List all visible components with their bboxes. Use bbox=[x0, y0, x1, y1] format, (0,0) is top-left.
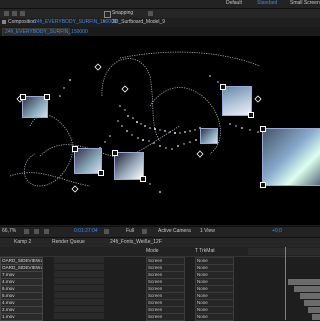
footage-layer-thumb-5[interactable] bbox=[200, 128, 218, 144]
layer-bar[interactable] bbox=[308, 307, 320, 313]
selection-tool-icon[interactable] bbox=[4, 11, 9, 16]
workspace-small-screen[interactable]: Small Screen bbox=[290, 1, 320, 6]
viewer-controls: 66,7% 0:01:27:04 Full Active Camera 1 Vi… bbox=[0, 226, 320, 238]
layer-bar[interactable] bbox=[304, 300, 320, 306]
snapping-checkbox[interactable] bbox=[104, 11, 111, 18]
viewer-tab-label: 24fi_EVERYBODY_SURFIN_150000 bbox=[5, 29, 88, 35]
workspace-standard[interactable]: Standard bbox=[257, 1, 277, 6]
selection-handle[interactable] bbox=[260, 182, 266, 188]
viewer-breadcrumb: 24fi_EVERYBODY_SURFIN_150000 bbox=[0, 27, 320, 37]
resolution-dropdown[interactable]: Full bbox=[126, 229, 134, 234]
selection-handle[interactable] bbox=[220, 84, 226, 90]
timeline-panel: Mode T TrkMat OARD_SIDEVIEW.mov Screen N… bbox=[0, 247, 320, 321]
composition-tab-2[interactable]: 3D_Surfboard_Model_9 bbox=[112, 20, 165, 25]
selection-handle[interactable] bbox=[44, 94, 50, 100]
time-ruler[interactable] bbox=[248, 248, 320, 255]
snapping-label: Snapping bbox=[112, 10, 134, 16]
selection-handle[interactable] bbox=[72, 146, 78, 152]
views-dropdown[interactable]: 1 View bbox=[200, 229, 215, 234]
selection-handle[interactable] bbox=[20, 94, 26, 100]
selection-handle[interactable] bbox=[248, 112, 254, 118]
trkmat-column-header: T TrkMat bbox=[195, 248, 215, 254]
fit-icon[interactable] bbox=[24, 229, 29, 234]
tab-composition[interactable]: 24fi_Fonts_Weiße_12F bbox=[110, 240, 162, 245]
mask-icon[interactable] bbox=[44, 229, 49, 234]
zoom-dropdown[interactable]: 66,7% bbox=[2, 229, 16, 234]
region-icon[interactable] bbox=[142, 229, 147, 234]
zoom-tool-icon[interactable] bbox=[20, 11, 25, 16]
camera-dropdown[interactable]: Active Camera bbox=[158, 229, 191, 234]
workspace-default[interactable]: Default bbox=[226, 1, 242, 6]
footage-layer-thumb-6[interactable] bbox=[262, 128, 320, 186]
hand-tool-icon[interactable] bbox=[12, 11, 17, 16]
selection-handle[interactable] bbox=[112, 150, 118, 156]
layer-bar[interactable] bbox=[294, 286, 320, 292]
close-tab-icon[interactable]: ✕ bbox=[102, 20, 106, 25]
layer-switches[interactable] bbox=[54, 257, 104, 320]
composition-viewer[interactable] bbox=[0, 36, 320, 225]
snap-options-icon[interactable] bbox=[148, 11, 153, 16]
timecode-display[interactable]: 0:01:27:04 bbox=[74, 229, 98, 234]
layer-bar[interactable] bbox=[300, 293, 320, 299]
exposure-value[interactable]: +0,0 bbox=[272, 229, 282, 234]
selection-handle[interactable] bbox=[98, 170, 104, 176]
mode-column-header: Mode bbox=[146, 248, 159, 254]
panel-menu-icon[interactable] bbox=[2, 20, 6, 24]
timeline-header: Mode T TrkMat bbox=[0, 247, 320, 320]
tab-kamp-2[interactable]: Kamp 2 bbox=[14, 240, 31, 245]
layer-time-bars[interactable] bbox=[248, 257, 320, 320]
grid-icon[interactable] bbox=[34, 229, 39, 234]
tab-render-queue[interactable]: Render Queue bbox=[52, 240, 85, 245]
layer-bar[interactable] bbox=[288, 279, 320, 285]
layer-bar[interactable] bbox=[312, 314, 320, 320]
composition-prefix: Composition bbox=[8, 19, 36, 25]
snapshot-icon[interactable] bbox=[104, 229, 109, 234]
selection-handle[interactable] bbox=[140, 176, 146, 182]
workspace-bar: Default Standard Small Screen bbox=[0, 0, 320, 9]
selection-handle[interactable] bbox=[260, 126, 266, 132]
